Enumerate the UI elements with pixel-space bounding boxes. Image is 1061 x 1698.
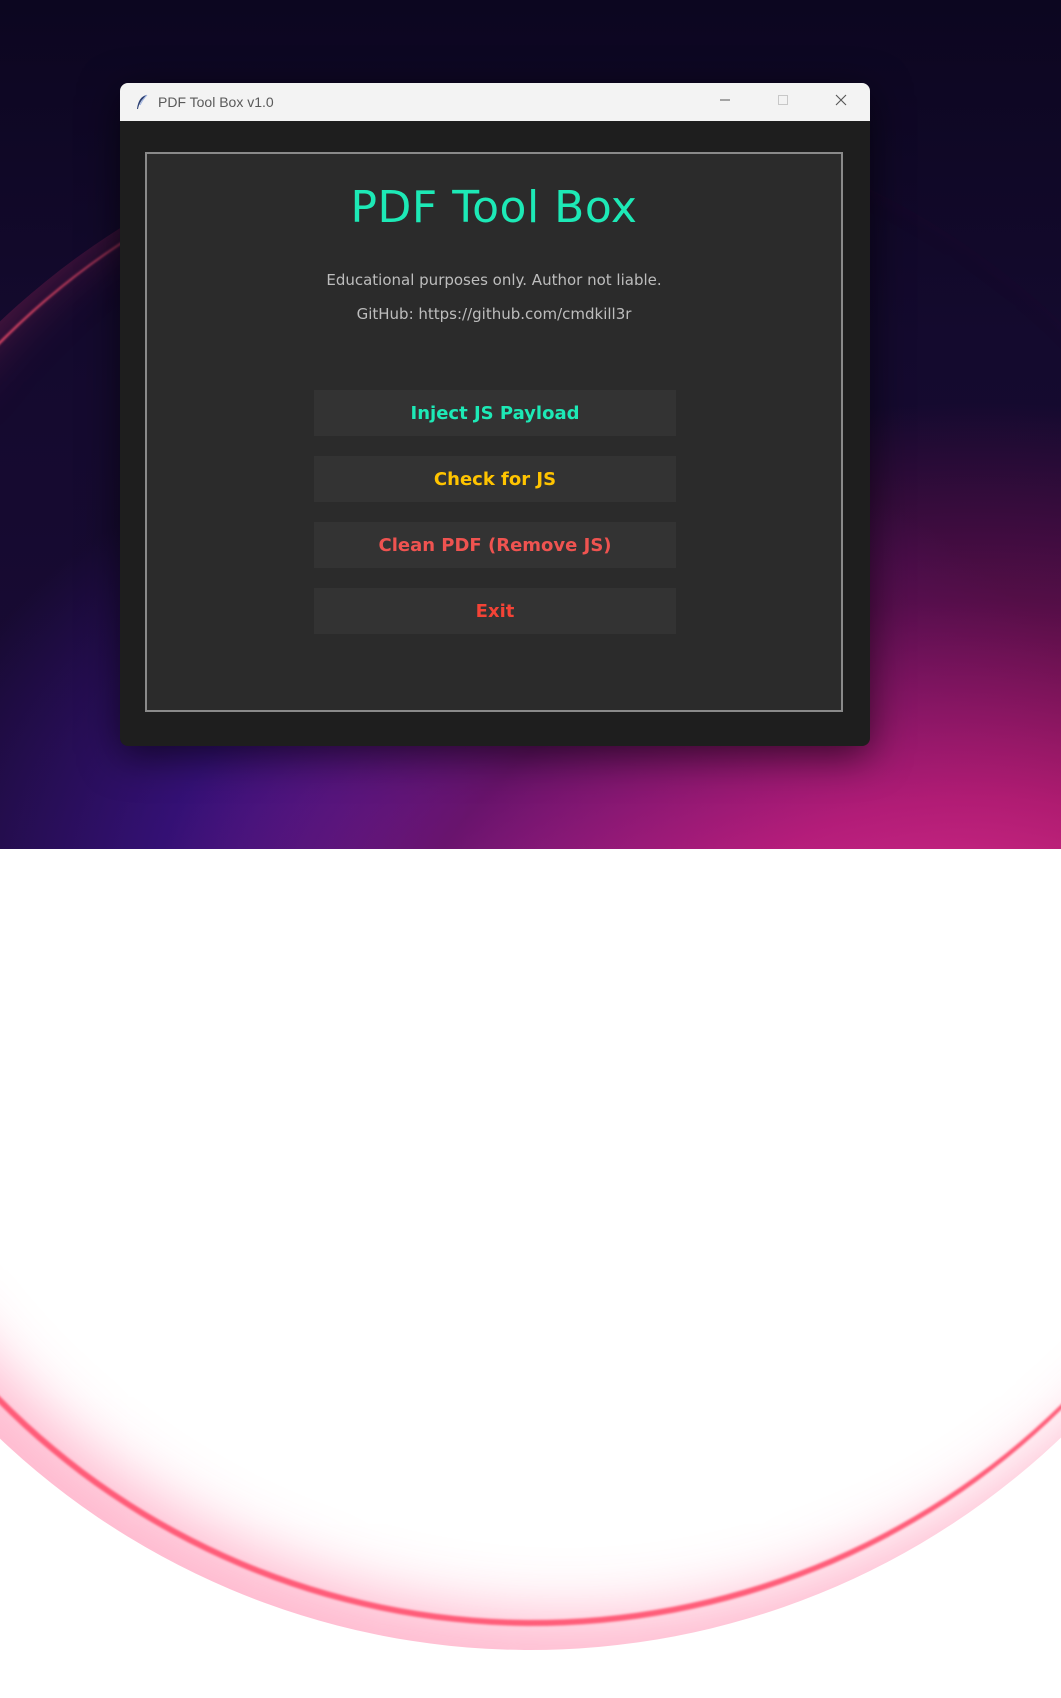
exit-button[interactable]: Exit <box>314 588 676 634</box>
disclaimer-text: Educational purposes only. Author not li… <box>326 271 662 289</box>
feather-icon <box>134 94 150 110</box>
github-link-text: GitHub: https://github.com/cmdkill3r <box>356 305 632 323</box>
close-icon <box>835 93 847 111</box>
main-panel: PDF Tool Box Educational purposes only. … <box>145 152 843 712</box>
close-button[interactable] <box>812 83 870 121</box>
app-title: PDF Tool Box <box>350 182 638 233</box>
minimize-button[interactable] <box>696 83 754 121</box>
app-window: PDF Tool Box v1.0 PDF Tool Box Education… <box>120 83 870 746</box>
window-controls <box>696 83 870 121</box>
maximize-icon <box>777 93 789 111</box>
check-for-js-button[interactable]: Check for JS <box>314 456 676 502</box>
title-bar[interactable]: PDF Tool Box v1.0 <box>120 83 870 121</box>
minimize-icon <box>719 93 731 111</box>
inject-js-payload-button[interactable]: Inject JS Payload <box>314 390 676 436</box>
window-title: PDF Tool Box v1.0 <box>158 94 274 110</box>
maximize-button[interactable] <box>754 83 812 121</box>
clean-pdf-button[interactable]: Clean PDF (Remove JS) <box>314 522 676 568</box>
